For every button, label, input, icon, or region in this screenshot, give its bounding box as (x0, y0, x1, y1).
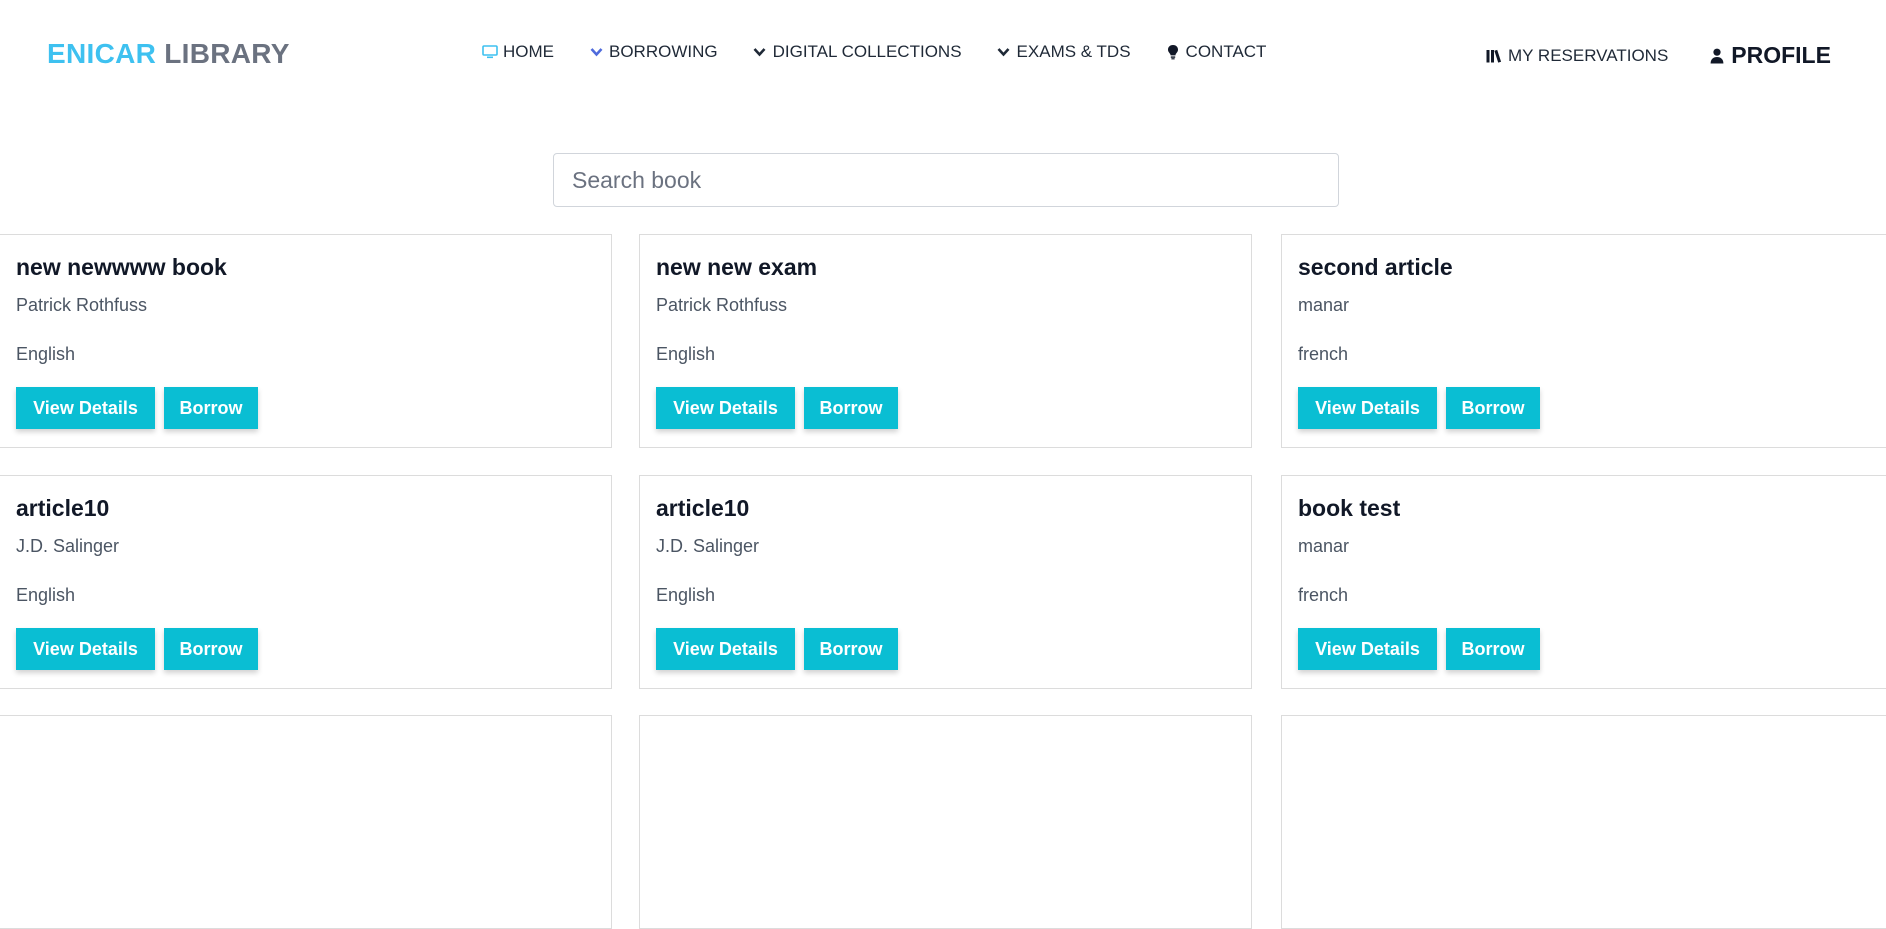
view-details-button[interactable]: View Details (1298, 387, 1437, 429)
my-reservations-link[interactable]: MY RESERVATIONS (1486, 46, 1668, 66)
monitor-icon (482, 44, 498, 60)
nav-item-label: DIGITAL COLLECTIONS (772, 42, 962, 61)
nav-item-home[interactable]: HOME (482, 42, 554, 62)
nav-item-exams-tds[interactable]: EXAMS & TDS (996, 42, 1131, 62)
search-container (553, 153, 1339, 207)
profile-link[interactable]: PROFILE (1710, 42, 1831, 69)
nav-item-label: CONTACT (1185, 42, 1267, 61)
book-author: J.D. Salinger (16, 536, 120, 556)
lightbulb-icon (1165, 44, 1181, 60)
book-author: J.D. Salinger (656, 536, 760, 556)
profile-label: PROFILE (1731, 42, 1831, 68)
borrow-button[interactable]: Borrow (1446, 387, 1540, 429)
books-icon (1486, 49, 1503, 63)
book-author: manar (1298, 295, 1350, 315)
book-title: article10 (16, 495, 110, 521)
my-reservations-label: MY RESERVATIONS (1508, 45, 1669, 65)
view-details-button[interactable]: View Details (656, 628, 795, 670)
user-icon (1710, 48, 1724, 64)
book-card (0, 715, 612, 929)
nav-item-label: BORROWING (609, 42, 718, 61)
nav-item-label: HOME (503, 42, 554, 61)
view-details-button[interactable]: View Details (16, 387, 155, 429)
book-title: new newwww book (16, 254, 227, 280)
top-navbar: ENICAR LIBRARY HOME BORROWING DIGITAL CO… (0, 0, 1886, 106)
book-author: manar (1298, 536, 1350, 556)
borrow-button[interactable]: Borrow (804, 387, 898, 429)
book-card: second article manar french View Details… (1281, 234, 1886, 448)
chevron-down-icon (752, 44, 768, 60)
book-card (639, 715, 1252, 929)
book-title: article10 (656, 495, 750, 521)
search-input[interactable] (553, 153, 1339, 207)
book-card (1281, 715, 1886, 929)
borrow-button[interactable]: Borrow (804, 628, 898, 670)
book-title: new new exam (656, 254, 818, 280)
book-card: book test manar french View Details Borr… (1281, 475, 1886, 689)
nav-item-contact[interactable]: CONTACT (1165, 42, 1267, 62)
brand-name-secondary: LIBRARY (164, 38, 290, 69)
view-details-button[interactable]: View Details (1298, 628, 1437, 670)
book-title: second article (1298, 254, 1453, 280)
borrow-button[interactable]: Borrow (164, 387, 258, 429)
nav-item-borrowing[interactable]: BORROWING (588, 42, 718, 62)
user-nav: MY RESERVATIONS PROFILE (1486, 42, 1831, 69)
main-nav: HOME BORROWING DIGITAL COLLECTIONS EXAMS… (482, 42, 1300, 62)
book-language: English (656, 585, 716, 605)
book-language: french (1298, 585, 1349, 605)
book-language: English (16, 344, 76, 364)
book-language: English (16, 585, 76, 605)
borrow-button[interactable]: Borrow (1446, 628, 1540, 670)
brand-logo[interactable]: ENICAR LIBRARY (47, 38, 290, 70)
book-card: article10 J.D. Salinger English View Det… (639, 475, 1252, 689)
book-author: Patrick Rothfuss (16, 295, 148, 315)
nav-item-label: EXAMS & TDS (1016, 42, 1131, 61)
book-card: article10 J.D. Salinger English View Det… (0, 475, 612, 689)
book-language: English (656, 344, 716, 364)
nav-item-digital-collections[interactable]: DIGITAL COLLECTIONS (752, 42, 962, 62)
brand-name-primary: ENICAR (47, 38, 157, 69)
view-details-button[interactable]: View Details (16, 628, 155, 670)
view-details-button[interactable]: View Details (656, 387, 795, 429)
book-card: new new exam Patrick Rothfuss English Vi… (639, 234, 1252, 448)
book-title: book test (1298, 495, 1401, 521)
chevron-down-icon (996, 44, 1012, 60)
chevron-down-icon (588, 44, 604, 60)
borrow-button[interactable]: Borrow (164, 628, 258, 670)
book-language: french (1298, 344, 1349, 364)
book-author: Patrick Rothfuss (656, 295, 788, 315)
book-card: new newwww book Patrick Rothfuss English… (0, 234, 612, 448)
